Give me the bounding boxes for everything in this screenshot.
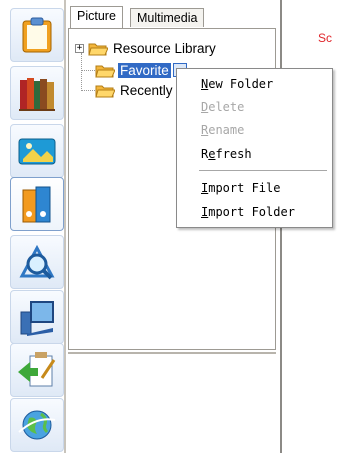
binders-tool-button[interactable] bbox=[10, 177, 64, 231]
menu-item-label: mport File bbox=[208, 181, 281, 195]
clipboard-tool-button[interactable] bbox=[10, 8, 64, 62]
menu-item-label: fresh bbox=[215, 147, 252, 161]
magnifier-tool-button[interactable] bbox=[10, 235, 64, 289]
tree-connector bbox=[81, 53, 82, 91]
folder-icon bbox=[95, 65, 115, 77]
magnifier-icon bbox=[19, 244, 55, 280]
menu-item-rename[interactable]: Rename bbox=[201, 121, 244, 139]
computer-icon bbox=[20, 301, 54, 336]
edit-note-icon bbox=[18, 352, 56, 387]
globe-icon bbox=[18, 410, 56, 440]
context-menu: New Folder Delete Rename Refresh Import … bbox=[176, 68, 333, 228]
menu-item-import-file[interactable]: Import File bbox=[201, 179, 280, 197]
tab-picture[interactable]: Picture bbox=[70, 6, 123, 28]
folder-icon bbox=[95, 85, 115, 97]
folder-icon bbox=[88, 43, 108, 55]
picture-tool-button[interactable] bbox=[10, 124, 64, 178]
picture-icon bbox=[18, 138, 56, 165]
tool-sidebar bbox=[7, 0, 64, 453]
computer-tool-button[interactable] bbox=[10, 290, 64, 344]
binders-icon bbox=[22, 186, 51, 223]
menu-item-label: ename bbox=[208, 123, 245, 137]
menu-item-label: mport Folder bbox=[208, 205, 295, 219]
tab-multimedia-label: Multimedia bbox=[137, 11, 198, 25]
tab-multimedia[interactable]: Multimedia bbox=[130, 8, 205, 27]
tree-connector bbox=[81, 70, 95, 71]
menu-item-delete[interactable]: Delete bbox=[201, 98, 244, 116]
clipboard-icon bbox=[22, 17, 52, 53]
menu-separator bbox=[199, 170, 327, 171]
tree-item-label: Favorite bbox=[118, 62, 171, 78]
globe-tool-button[interactable] bbox=[10, 398, 64, 452]
books-tool-button[interactable] bbox=[10, 66, 64, 120]
tree-connector bbox=[81, 90, 95, 91]
menu-item-import-folder[interactable]: Import Folder bbox=[201, 203, 295, 221]
tree-item-resource-library[interactable]: + Resource Library bbox=[75, 39, 218, 57]
preview-pane bbox=[68, 352, 276, 454]
tree-item-label: Resource Library bbox=[113, 40, 216, 56]
menu-item-refresh[interactable]: Refresh bbox=[201, 145, 252, 163]
menu-item-new-folder[interactable]: New Folder bbox=[201, 75, 273, 93]
tree-item-favorite[interactable]: Favorite bbox=[95, 61, 187, 79]
background-text: Sc bbox=[318, 31, 333, 45]
menu-item-label: elete bbox=[208, 100, 245, 114]
edit-note-tool-button[interactable] bbox=[10, 343, 64, 397]
tree-item-label: Recently bbox=[120, 82, 173, 98]
tab-picture-label: Picture bbox=[77, 9, 116, 23]
menu-item-label: ew Folder bbox=[208, 77, 274, 91]
tree-item-recently[interactable]: Recently bbox=[95, 81, 175, 99]
expand-toggle[interactable]: + bbox=[75, 43, 84, 53]
books-icon bbox=[19, 78, 55, 111]
